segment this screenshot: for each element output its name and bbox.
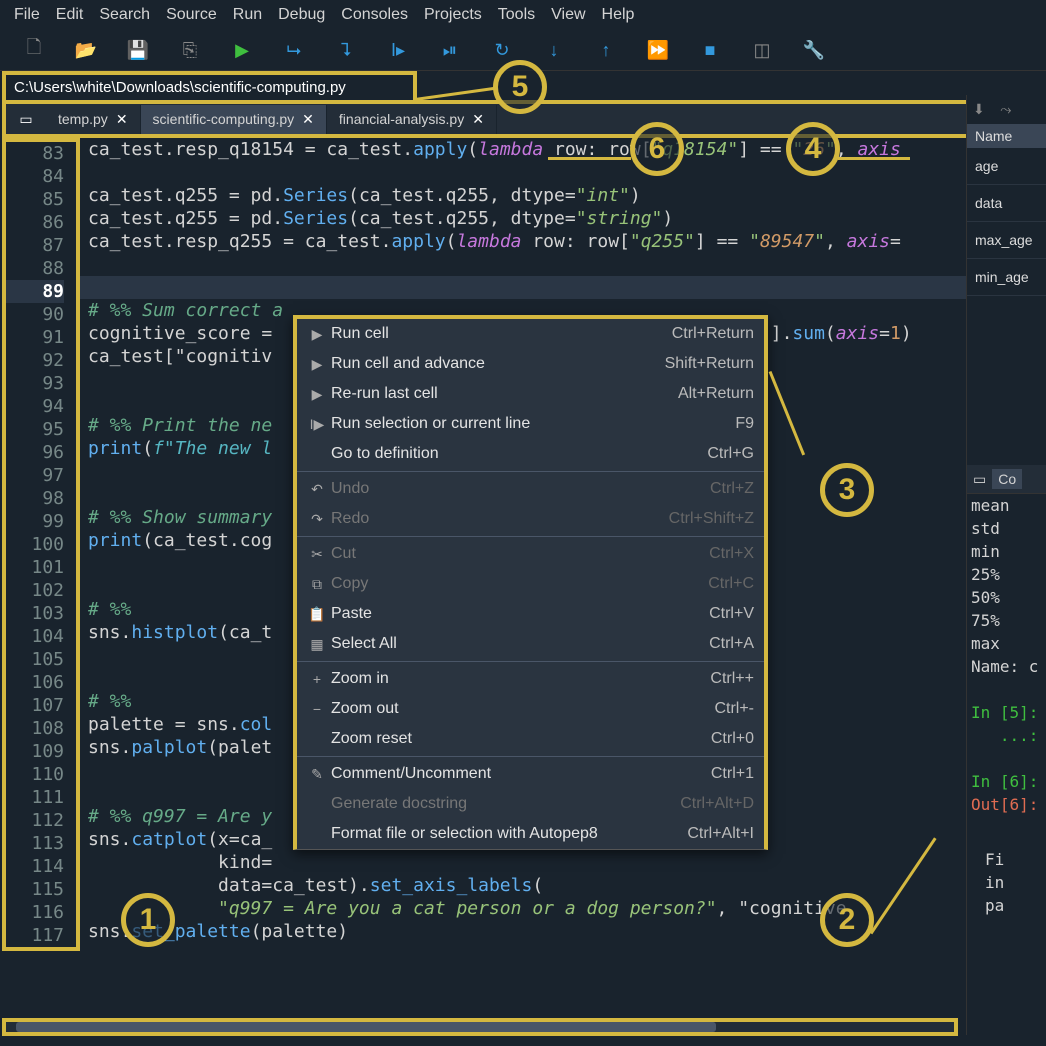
menu-item-format-file-or-selection-with-autopep8[interactable]: Format file or selection with Autopep8Ct…: [297, 819, 764, 849]
menu-item-re-run-last-cell[interactable]: ▶Re-run last cellAlt+Return: [297, 379, 764, 409]
save-all-icon[interactable]: ⎘: [180, 40, 200, 60]
menu-item-comment-uncomment[interactable]: ✎Comment/UncommentCtrl+1: [297, 759, 764, 789]
menu-item-paste[interactable]: 📋PasteCtrl+V: [297, 599, 764, 629]
run-cell-advance-icon[interactable]: ⮧: [336, 40, 356, 60]
menu-debug[interactable]: Debug: [272, 4, 331, 26]
menu-item-zoom-in[interactable]: +Zoom inCtrl++: [297, 664, 764, 694]
continue-icon[interactable]: ⏩: [648, 40, 668, 60]
tab-temp-py[interactable]: temp.py✕: [46, 105, 141, 134]
save-icon[interactable]: 💾: [128, 40, 148, 60]
menu-projects[interactable]: Projects: [418, 4, 488, 26]
step-over-icon[interactable]: ↻: [492, 40, 512, 60]
step-in-icon[interactable]: ↓: [544, 40, 564, 60]
close-icon[interactable]: ✕: [472, 111, 484, 128]
layout-icon[interactable]: ◫: [752, 40, 772, 60]
step-out-icon[interactable]: ↑: [596, 40, 616, 60]
menu-file[interactable]: File: [8, 4, 46, 26]
menu-bar: FileEditSearchSourceRunDebugConsolesProj…: [0, 0, 1046, 30]
console-line: In [6]:: [967, 770, 1046, 793]
context-menu: ▶Run cellCtrl+Return▶Run cell and advanc…: [293, 315, 768, 850]
prefs-icon[interactable]: 🔧: [804, 40, 824, 60]
console-line: mean: [967, 494, 1046, 517]
menu-item-run-cell[interactable]: ▶Run cellCtrl+Return: [297, 319, 764, 349]
console-tab-icon[interactable]: ▭: [973, 471, 986, 488]
console-line: In [5]:: [967, 701, 1046, 724]
menu-item-zoom-out[interactable]: −Zoom outCtrl+-: [297, 694, 764, 724]
menu-item-run-selection-or-current-line[interactable]: I▶Run selection or current lineF9: [297, 409, 764, 439]
redo-icon: ↷: [307, 511, 327, 528]
cut-icon: ✂: [307, 546, 327, 563]
annotation-3: 3: [820, 463, 874, 517]
var-explorer-header[interactable]: Name: [967, 124, 1046, 148]
debug-icon[interactable]: ⏯: [440, 40, 460, 60]
menu-source[interactable]: Source: [160, 4, 223, 26]
console-tab[interactable]: Co: [992, 469, 1022, 489]
run-icon[interactable]: ▶: [232, 40, 252, 60]
run-icon: ▶: [307, 356, 327, 373]
menu-edit[interactable]: Edit: [50, 4, 90, 26]
close-icon[interactable]: ✕: [302, 111, 314, 128]
select-icon: ▦: [307, 636, 327, 653]
menu-item-copy: ⧉CopyCtrl+C: [297, 569, 764, 599]
console-line: [967, 747, 1046, 770]
var-row[interactable]: data: [967, 185, 1046, 222]
run-line-icon[interactable]: I▸: [388, 40, 408, 60]
var-row[interactable]: min_age: [967, 259, 1046, 296]
menu-consoles[interactable]: Consoles: [335, 4, 414, 26]
menu-view[interactable]: View: [545, 4, 591, 26]
tab-browse-icon[interactable]: ▭: [6, 104, 46, 134]
console-line: 25%: [967, 563, 1046, 586]
console-line: Out[6]:: [967, 793, 1046, 816]
close-icon[interactable]: ✕: [116, 111, 128, 128]
copy-icon: ⧉: [307, 576, 327, 593]
re-run-icon: ▶: [307, 386, 327, 403]
menu-item-redo: ↷RedoCtrl+Shift+Z: [297, 504, 764, 534]
run-icon: I▶: [307, 416, 327, 433]
console-line: std: [967, 517, 1046, 540]
right-pane: ⬇ ⤳ Name agedatamax_agemin_age ▭Co means…: [966, 95, 1046, 1035]
horizontal-scrollbar[interactable]: [2, 1018, 958, 1036]
var-row[interactable]: age: [967, 148, 1046, 185]
menu-item-undo: ↶UndoCtrl+Z: [297, 474, 764, 504]
annotation-6: 6: [630, 122, 684, 176]
stop-icon[interactable]: ■: [700, 40, 720, 60]
line-number-gutter: 8384858687888990919293949596979899100101…: [2, 138, 80, 951]
console-line: 75%: [967, 609, 1046, 632]
open-icon[interactable]: 📂: [76, 40, 96, 60]
new-file-icon[interactable]: 🗋: [24, 40, 44, 60]
annotation-5: 5: [493, 60, 547, 114]
tab-scientific-computing-py[interactable]: scientific-computing.py✕: [141, 105, 327, 134]
menu-search[interactable]: Search: [93, 4, 156, 26]
zoom-icon: −: [307, 701, 327, 717]
run-cell-icon[interactable]: ⮡: [284, 40, 304, 60]
menu-item-run-cell-and-advance[interactable]: ▶Run cell and advanceShift+Return: [297, 349, 764, 379]
paste-icon: 📋: [307, 606, 327, 623]
menu-item-zoom-reset[interactable]: Zoom resetCtrl+0: [297, 724, 764, 754]
console-line: Name: c: [967, 655, 1046, 678]
console-line: ...:: [967, 724, 1046, 747]
menu-item-select-all[interactable]: ▦Select AllCtrl+A: [297, 629, 764, 659]
console-line: 50%: [967, 586, 1046, 609]
console-line: min: [967, 540, 1046, 563]
console-line: [967, 678, 1046, 701]
console-line: max: [967, 632, 1046, 655]
tab-financial-analysis-py[interactable]: financial-analysis.py✕: [327, 105, 497, 134]
run-icon: ▶: [307, 326, 327, 343]
annotation-2: 2: [820, 893, 874, 947]
menu-item-go-to-definition[interactable]: Go to definitionCtrl+G: [297, 439, 764, 469]
menu-help[interactable]: Help: [596, 4, 641, 26]
annotation-4: 4: [786, 122, 840, 176]
comment/uncomment-icon: ✎: [307, 766, 327, 783]
undo-icon: ↶: [307, 481, 327, 498]
var-row[interactable]: max_age: [967, 222, 1046, 259]
file-path: C:\Users\white\Downloads\scientific-comp…: [2, 71, 417, 100]
annotation-1: 1: [121, 893, 175, 947]
zoom-icon: +: [307, 671, 327, 687]
menu-run[interactable]: Run: [227, 4, 268, 26]
menu-tools[interactable]: Tools: [492, 4, 541, 26]
menu-item-cut: ✂CutCtrl+X: [297, 539, 764, 569]
menu-item-generate-docstring: Generate docstringCtrl+Alt+D: [297, 789, 764, 819]
